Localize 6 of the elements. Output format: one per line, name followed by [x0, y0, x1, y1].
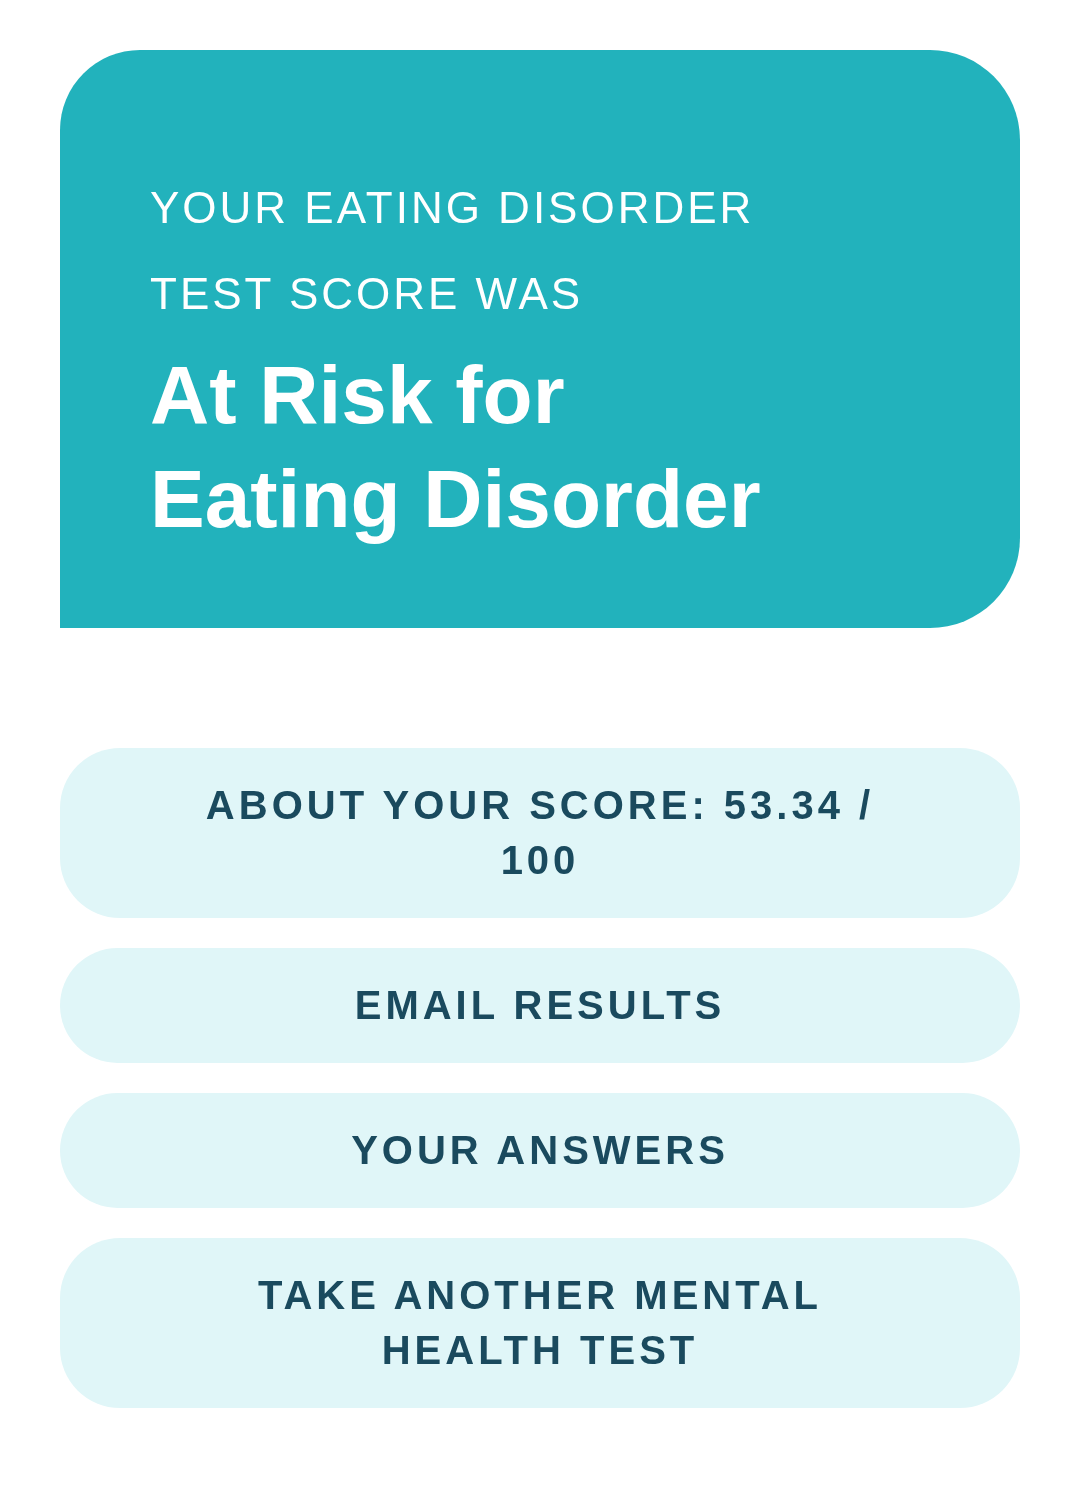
action-button[interactable]: EMAIL RESULTS	[60, 948, 1020, 1063]
result-title: At Risk for Eating Disorder	[150, 348, 762, 546]
action-button[interactable]: TAKE ANOTHER MENTAL HEALTH TEST	[60, 1238, 1020, 1408]
action-button[interactable]: YOUR ANSWERS	[60, 1093, 1020, 1208]
result-subtitle: YOUR EATING DISORDER TEST SCORE WAS	[150, 182, 756, 320]
action-button[interactable]: ABOUT YOUR SCORE: 53.34 / 100	[60, 748, 1020, 918]
